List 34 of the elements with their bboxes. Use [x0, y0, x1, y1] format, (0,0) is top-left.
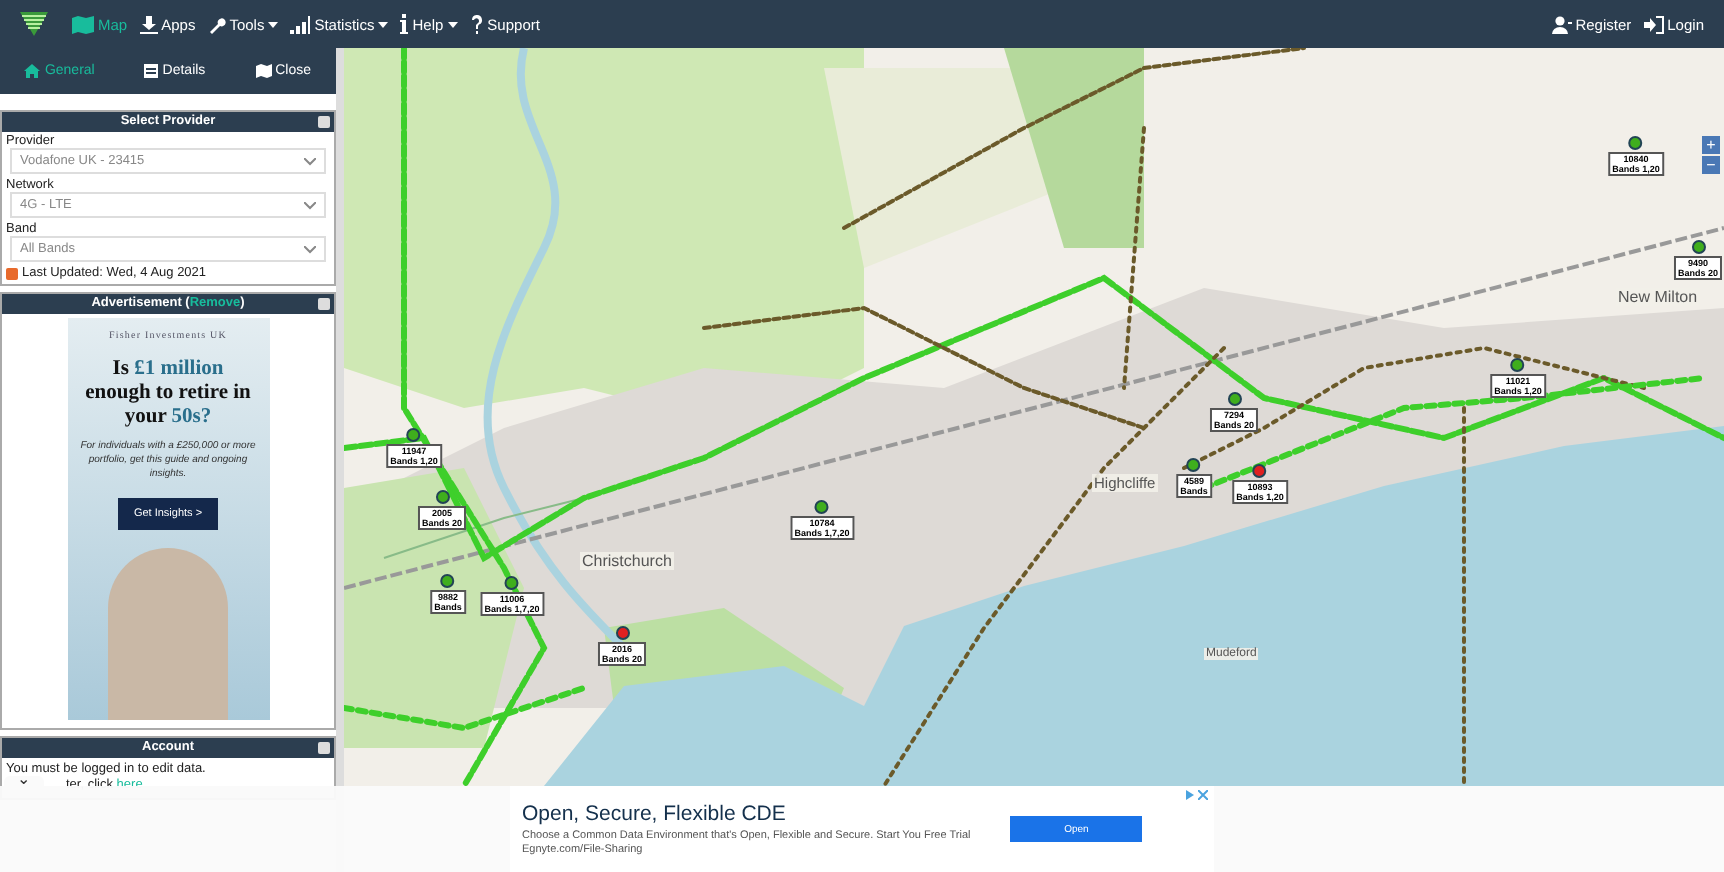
home-icon: [24, 64, 41, 78]
chevron-icon: [304, 245, 316, 253]
logo-icon[interactable]: [20, 10, 48, 38]
place-label: New Milton: [1616, 288, 1700, 306]
close-icon[interactable]: [1198, 790, 1208, 800]
bar-chart-icon: [290, 15, 311, 33]
tower-marker[interactable]: [441, 574, 455, 588]
collapse-icon[interactable]: [318, 116, 330, 128]
tower-marker[interactable]: [1511, 358, 1525, 372]
chevron-icon: [304, 157, 316, 165]
zoom-button[interactable]: −: [1702, 156, 1720, 174]
question-icon: [469, 14, 484, 34]
rss-icon[interactable]: [6, 267, 18, 279]
wrench-icon: [207, 15, 226, 33]
place-label: Christchurch: [580, 552, 674, 570]
ad-choices-icon[interactable]: [1184, 790, 1194, 800]
zoom-button[interactable]: +: [1702, 136, 1720, 154]
collapse-button[interactable]: ⌄: [4, 776, 44, 788]
document-icon: [144, 64, 159, 78]
map-icon: [72, 15, 94, 33]
collapse-icon[interactable]: [318, 298, 330, 310]
ad-headline: Is £1 million enough to retire in your 50s?: [83, 358, 253, 430]
user-icon: [1551, 15, 1572, 33]
download-icon: [139, 15, 158, 33]
tower-marker[interactable]: [1629, 136, 1643, 150]
login-icon: [1643, 15, 1664, 33]
collapse-icon[interactable]: [318, 742, 330, 754]
ad-title: Open, Secure, Flexible CDE: [522, 801, 788, 825]
info-icon: [400, 14, 409, 34]
tower-marker[interactable]: [1253, 464, 1267, 478]
tower-marker[interactable]: [1187, 458, 1201, 472]
map-icon: [255, 64, 272, 78]
chevron-icon: [304, 201, 316, 209]
tower-marker[interactable]: [407, 428, 421, 442]
